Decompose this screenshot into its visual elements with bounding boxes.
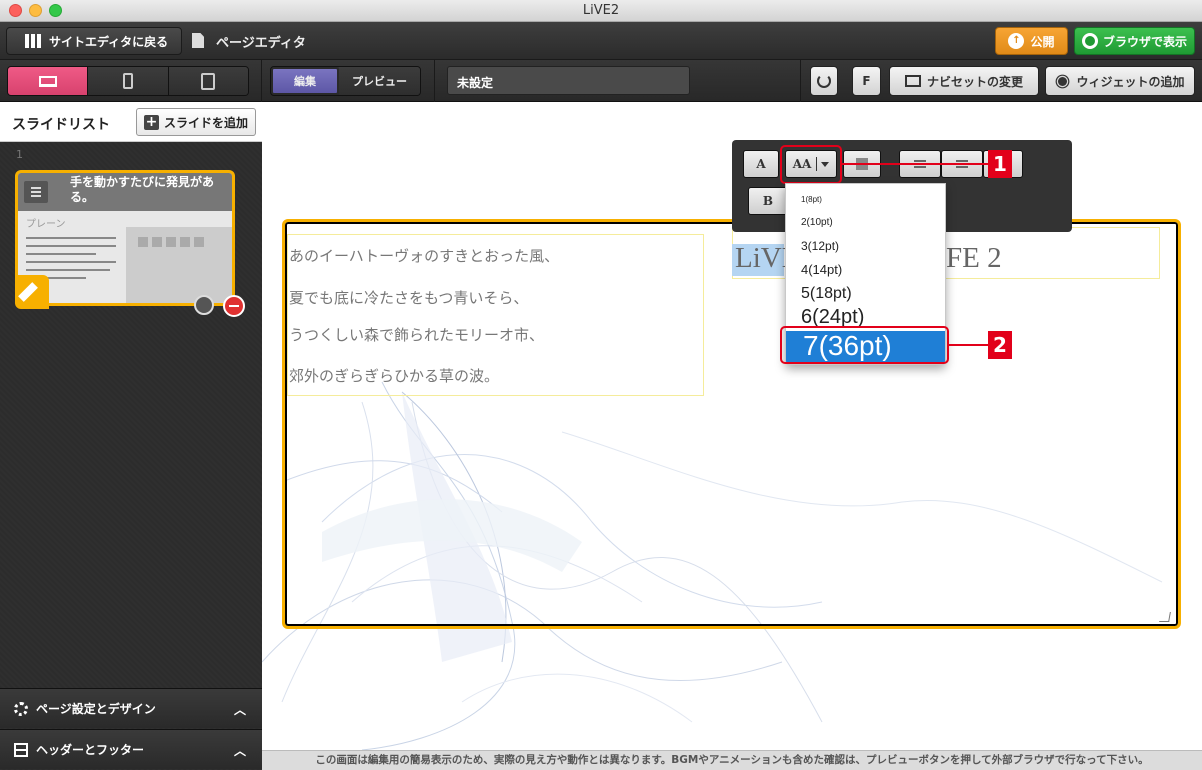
slide-list-header: スライドリスト + スライドを追加 [0,102,262,142]
publish-label: 公開 [1030,34,1055,49]
font-size-option[interactable]: 5(18pt) [801,285,852,303]
browser-label: ブラウザで表示 [1102,34,1187,49]
edit-mode-tab[interactable]: 編集 [271,67,339,95]
slide-sidebar: スライドリスト + スライドを追加 1 手を動かすたびに発見がある。 プレーン [0,102,262,770]
callout-number: 1 [988,150,1012,178]
toolbar-divider [261,60,262,102]
callout-line [949,344,988,346]
device-desktop-tab[interactable] [8,67,89,95]
toolbar-divider [434,60,435,102]
preview-mode-tab[interactable]: プレビュー [339,67,420,95]
body-text-line: あのイーハトーヴォのすきとおった風、 [289,247,560,265]
add-slide-label: スライドを追加 [163,115,248,130]
upload-icon: ↑ [1008,33,1025,49]
font-size-option[interactable]: 2(10pt) [801,217,833,228]
resize-grip-icon[interactable] [1159,612,1171,622]
callout-highlight-fontsize [780,145,842,184]
publish-button[interactable]: ↑ 公開 [995,27,1068,55]
app-window: LiVE2 サイトエディタに戻る ページエディタ ↑ 公開 ブラウザで表示 編集… [0,0,1202,770]
refresh-icon [817,74,831,88]
device-switcher [7,66,249,96]
change-navset-button[interactable]: ナビセットの変更 [889,66,1039,96]
refresh-button[interactable] [810,66,838,96]
body-text-line: うつくしい森で飾られたモリーオ市、 [289,326,545,344]
phone-icon [122,73,133,89]
thumbnail-squares [138,237,204,247]
page-settings-panel[interactable]: ページ設定とデザイン ︿ [0,688,262,728]
slide-layout-label: プレーン [26,219,66,230]
tablet-icon [201,72,216,90]
font-size-option[interactable]: 3(12pt) [801,239,839,253]
add-slide-button[interactable]: + スライドを追加 [136,108,256,136]
navset-icon [904,75,921,87]
bold-button[interactable]: B [748,187,788,215]
title-text-right: FE 2 [946,242,1002,274]
body-text-line: 郊外のぎらぎらひかる草の波。 [289,367,500,385]
navset-label: ナビセットの変更 [926,74,1023,89]
editor-toolbar: 編集 プレビュー 未設定 F ナビセットの変更 ウィジェットの追加 [0,60,1202,102]
callout-line [842,163,988,165]
widget-label: ウィジェットの追加 [1076,74,1185,89]
page-name-field[interactable]: 未設定 [447,66,690,95]
duplicate-slide-button[interactable] [194,295,214,315]
font-size-option[interactable]: 4(14pt) [801,262,842,277]
delete-slide-button[interactable] [223,295,245,317]
gear-icon [1058,76,1068,86]
back-to-site-editor-button[interactable]: サイトエディタに戻る [6,27,182,55]
device-phone-tab[interactable] [88,67,169,95]
body-text-line: 夏でも底に冷たさをもつ青いそら、 [289,289,529,307]
device-tablet-tab[interactable] [168,67,248,95]
font-size-option[interactable]: 1(8pt) [801,195,822,204]
slide-number: 1 [16,148,23,161]
view-in-browser-button[interactable]: ブラウザで表示 [1074,27,1195,55]
document-icon [192,33,204,48]
editor-notice: この画面は編集用の簡易表示のため、実際の見え方や動作とは異なります。BGMやアニ… [262,750,1202,770]
slide-list-title: スライドリスト [12,117,110,133]
slide-thumbnail-title: 手を動かすたびに発見がある。 [70,175,215,204]
title-bar: LiVE2 [0,0,1202,22]
font-settings-button[interactable]: F [852,66,881,96]
globe-icon [1081,33,1098,49]
add-widget-button[interactable]: ウィジェットの追加 [1045,66,1195,96]
page-title: ページエディタ [216,36,306,51]
chevron-up-icon: ︿ [233,703,246,717]
font-button[interactable]: A [743,150,779,178]
callout-number: 2 [988,331,1012,359]
text-block-icon [24,181,48,203]
window-title: LiVE2 [582,3,620,18]
chevron-up-icon: ︿ [233,744,246,758]
callout-highlight-36pt [780,326,949,364]
thumbnail-header: 手を動かすたびに発見がある。 [18,173,232,211]
page-settings-label: ページ設定とデザイン [36,702,156,716]
back-button-label: サイトエディタに戻る [49,34,169,49]
plus-icon: + [143,113,159,130]
columns-icon [25,34,41,48]
laptop-icon [38,75,57,87]
top-bar: サイトエディタに戻る ページエディタ ↑ 公開 ブラウザで表示 [0,22,1202,60]
header-footer-label: ヘッダーとフッター [36,743,145,757]
gear-icon [14,701,28,716]
header-footer-panel[interactable]: ヘッダーとフッター ︿ [0,729,262,769]
header-footer-icon [14,742,28,757]
toolbar-divider [800,60,801,102]
mode-switcher: 編集 プレビュー [270,66,421,96]
